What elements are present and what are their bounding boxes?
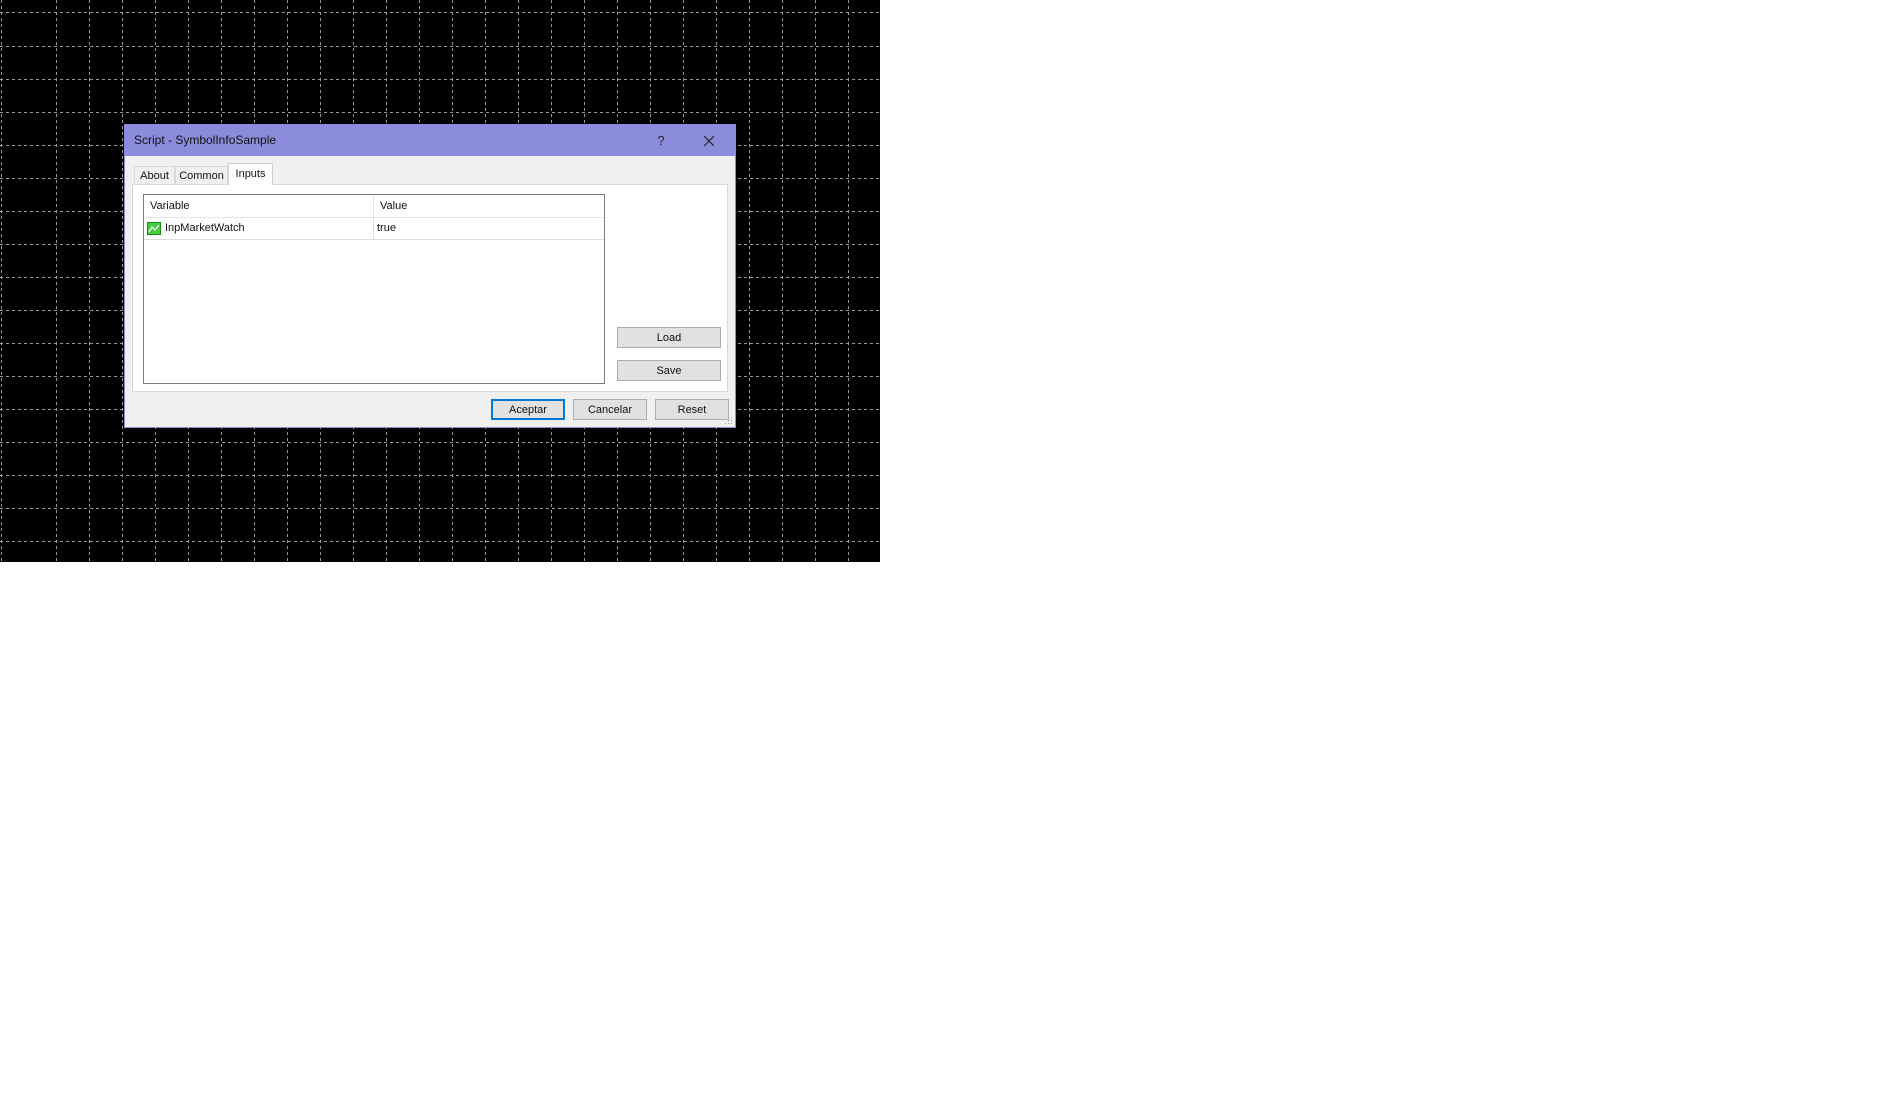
tab-common[interactable]: Common — [175, 166, 228, 184]
variable-name: InpMarketWatch — [165, 222, 245, 234]
script-dialog: Script - SymbolInfoSample ? About Common… — [124, 124, 736, 428]
close-button[interactable] — [687, 125, 731, 156]
dialog-title: Script - SymbolInfoSample — [134, 133, 277, 147]
table-row[interactable]: InpMarketWatch true — [144, 218, 604, 240]
column-header-value[interactable]: Value — [374, 195, 604, 217]
column-header-variable[interactable]: Variable — [144, 195, 374, 217]
value-cell[interactable]: true — [374, 218, 604, 239]
dialog-titlebar[interactable]: Script - SymbolInfoSample ? — [125, 125, 735, 156]
variable-cell[interactable]: InpMarketWatch — [144, 218, 374, 239]
cancel-button[interactable]: Cancelar — [573, 399, 647, 420]
close-icon — [703, 135, 715, 146]
tab-inputs[interactable]: Inputs — [228, 163, 273, 185]
list-header: Variable Value — [144, 195, 604, 218]
save-button[interactable]: Save — [617, 360, 721, 381]
tab-about[interactable]: About — [134, 166, 175, 184]
reset-button[interactable]: Reset — [655, 399, 729, 420]
bool-parameter-icon — [147, 222, 161, 235]
help-button[interactable]: ? — [639, 125, 683, 156]
inputs-list[interactable]: Variable Value InpMarketWatch true — [143, 194, 605, 384]
load-button[interactable]: Load — [617, 327, 721, 348]
ok-button[interactable]: Aceptar — [491, 399, 565, 420]
resize-grip-icon[interactable] — [725, 417, 733, 425]
help-icon: ? — [657, 133, 665, 148]
